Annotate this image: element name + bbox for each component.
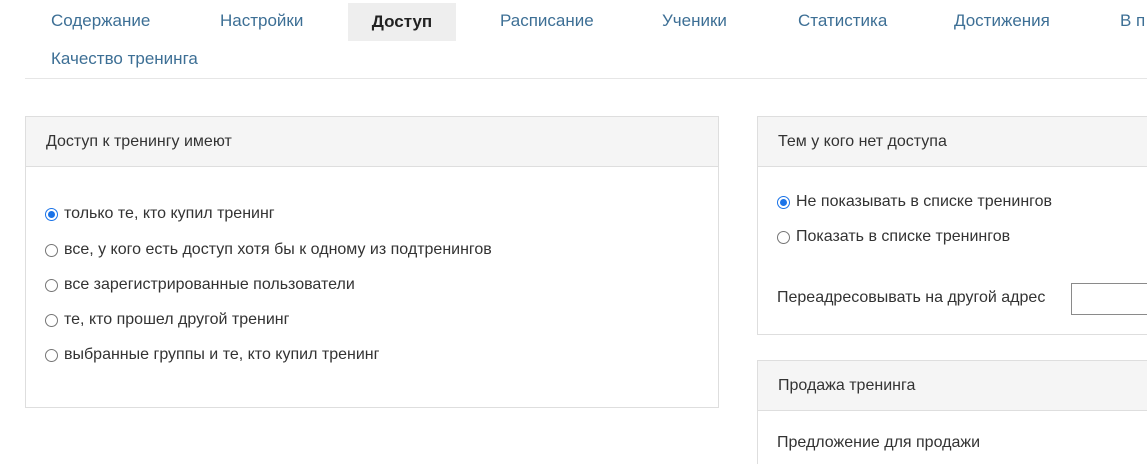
- tab-schedule[interactable]: Расписание: [500, 2, 594, 40]
- tab-training-quality[interactable]: Качество тренинга: [51, 40, 198, 78]
- tab-students[interactable]: Ученики: [662, 2, 727, 40]
- no-access-panel: Тем у кого нет доступа Не показывать в с…: [757, 116, 1147, 335]
- sale-panel: Продажа тренинга Предложение для продажи: [757, 360, 1147, 464]
- tab-settings[interactable]: Настройки: [220, 2, 303, 40]
- access-panel: Доступ к тренингу имеют только те, кто к…: [25, 116, 719, 408]
- sale-offer-label: Предложение для продажи: [777, 434, 980, 451]
- radio-checked[interactable]: [45, 207, 58, 221]
- access-option-label: все, у кого есть доступ хотя бы к одному…: [64, 241, 492, 258]
- no-access-panel-title: Тем у кого нет доступа: [758, 117, 1147, 167]
- radio-unchecked[interactable]: [45, 278, 58, 292]
- no-access-option-label: Не показывать в списке тренингов: [796, 193, 1053, 210]
- tab-content[interactable]: Содержание: [51, 2, 150, 40]
- tab-achievements[interactable]: Достижения: [954, 2, 1050, 40]
- access-option-label: только те, кто купил тренинг: [64, 205, 275, 222]
- access-panel-title: Доступ к тренингу имеют: [26, 117, 718, 167]
- tab-truncated[interactable]: В п: [1120, 2, 1145, 40]
- tab-access[interactable]: Доступ: [348, 3, 456, 41]
- tab-bar: Содержание Настройки Доступ Расписание У…: [25, 0, 1147, 79]
- tab-statistics[interactable]: Статистика: [798, 2, 887, 40]
- radio-unchecked[interactable]: [45, 348, 58, 362]
- sale-panel-title: Продажа тренинга: [758, 361, 1147, 411]
- no-access-option-show[interactable]: Показать в списке тренингов: [777, 227, 1010, 247]
- radio-unchecked[interactable]: [45, 313, 58, 327]
- access-option-groups[interactable]: выбранные группы и те, кто купил тренинг: [45, 345, 379, 365]
- page: Содержание Настройки Доступ Расписание У…: [0, 0, 1147, 464]
- access-option-completed-other[interactable]: те, кто прошел другой тренинг: [45, 310, 289, 330]
- radio-unchecked[interactable]: [777, 230, 790, 244]
- redirect-label: Переадресовывать на другой адрес: [777, 289, 1046, 306]
- redirect-url-input[interactable]: [1071, 283, 1147, 315]
- access-option-label: выбранные группы и те, кто купил тренинг: [64, 346, 380, 363]
- radio-unchecked[interactable]: [45, 243, 58, 257]
- access-option-label: те, кто прошел другой тренинг: [64, 311, 290, 328]
- access-option-label: все зарегистрированные пользователи: [64, 276, 355, 293]
- access-option-purchased[interactable]: только те, кто купил тренинг: [45, 204, 275, 224]
- access-option-registered[interactable]: все зарегистрированные пользователи: [45, 275, 355, 295]
- radio-checked[interactable]: [777, 195, 790, 209]
- no-access-option-label: Показать в списке тренингов: [796, 228, 1011, 245]
- no-access-option-hide[interactable]: Не показывать в списке тренингов: [777, 192, 1052, 212]
- access-option-subtrainings[interactable]: все, у кого есть доступ хотя бы к одному…: [45, 240, 492, 260]
